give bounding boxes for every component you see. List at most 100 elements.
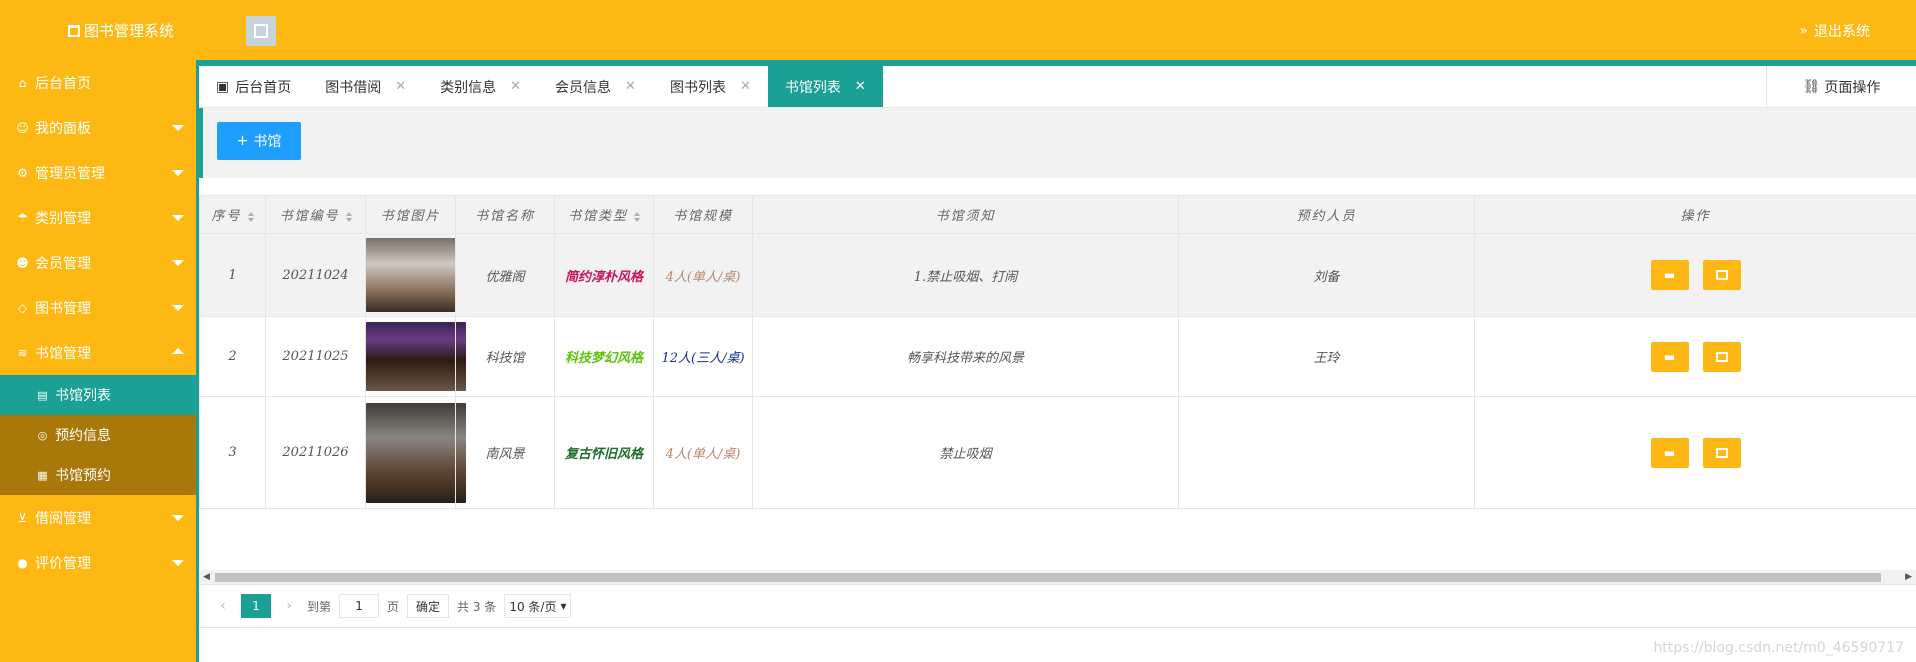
sidebar-item-home[interactable]: ⌂ 后台首页: [0, 60, 196, 105]
sidebar-item-label: 我的面板: [35, 120, 91, 137]
goto-label: 到第: [307, 599, 332, 614]
page-label: 页: [387, 599, 400, 614]
tab-category-info[interactable]: 类别信息 ✕: [423, 66, 538, 107]
sidebar-item-review[interactable]: ● 评价管理: [0, 540, 196, 585]
sort-icon[interactable]: [247, 211, 254, 222]
col-header-person: 预约人员: [1178, 195, 1475, 234]
delete-button[interactable]: ▬: [1650, 437, 1689, 468]
sort-icon[interactable]: [634, 211, 640, 222]
col-header-label: 书馆类型: [567, 209, 628, 224]
delete-button[interactable]: ▬: [1650, 341, 1689, 372]
chevron-down-icon: [172, 170, 184, 176]
confirm-button[interactable]: 确定: [407, 594, 450, 618]
scroll-left-icon[interactable]: ◀: [203, 572, 210, 582]
comment-icon: ●: [17, 555, 28, 570]
tab-member-info[interactable]: 会员信息 ✕: [538, 66, 653, 107]
close-icon[interactable]: ✕: [625, 79, 636, 94]
plus-icon: +: [236, 133, 249, 149]
table-header-row: 序号 书馆编号 书馆图片 书馆名称 书馆类型 书馆规模 书馆须知 预约人员 操作: [199, 195, 1916, 234]
library-photo[interactable]: [366, 322, 466, 391]
sort-icon[interactable]: [345, 211, 352, 222]
sidebar-subitem-label: 书馆列表: [55, 388, 111, 404]
cell-person: [1178, 396, 1475, 509]
tab-home[interactable]: ▣ 后台首页: [199, 66, 308, 107]
tab-book-list[interactable]: 图书列表 ✕: [653, 66, 768, 107]
sidebar-item-label: 评价管理: [35, 555, 91, 572]
prev-page-icon[interactable]: ‹: [213, 598, 233, 614]
double-chevron-right-icon: »: [1799, 23, 1808, 39]
monitor-icon: ▣: [216, 78, 230, 95]
sidebar-subitem-label: 预约信息: [55, 428, 111, 444]
cell-notice: 1.禁止吸烟、打闹: [752, 233, 1179, 317]
library-photo[interactable]: [366, 402, 466, 503]
col-header-label: 序号: [211, 209, 242, 224]
sidebar-subitem-library-reserve[interactable]: ▦ 书馆预约: [0, 455, 196, 495]
tab-book-borrow[interactable]: 图书借阅 ✕: [308, 66, 423, 107]
link-icon: ⛓: [1802, 78, 1821, 95]
layers-icon: ≋: [17, 345, 28, 360]
chevron-down-icon: [172, 260, 184, 266]
edit-button[interactable]: [1702, 260, 1741, 290]
sidebar-item-member[interactable]: ☻ 会员管理: [0, 240, 196, 285]
current-page[interactable]: 1: [241, 594, 271, 618]
library-photo[interactable]: [366, 238, 466, 312]
sidebar: ⌂ 后台首页 ☺ 我的面板 ⚙ 管理员管理 ☂ 类别管理 ☻ 会员管理 ◇ 图书…: [0, 60, 196, 662]
close-icon[interactable]: ✕: [740, 79, 751, 94]
app-logo: 图书管理系统: [68, 20, 174, 41]
tab-label: 后台首页: [235, 79, 292, 96]
cell-image: [365, 233, 466, 317]
cell-ops: ▬: [1474, 233, 1916, 317]
page-operations-button[interactable]: ⛓ 页面操作: [1766, 66, 1916, 107]
col-header-code[interactable]: 书馆编号: [265, 195, 366, 234]
cell-name: 优雅阁: [455, 233, 555, 317]
cell-name: 南风景: [455, 396, 555, 509]
sidebar-item-borrow[interactable]: ⊻ 借阅管理: [0, 495, 196, 540]
tab-label: 图书列表: [669, 79, 726, 96]
sidebar-subitem-reservation-info[interactable]: ◎ 预约信息: [0, 415, 196, 455]
per-page-select[interactable]: 10 条/页 ▾: [504, 594, 572, 618]
next-page-icon[interactable]: ›: [279, 598, 299, 614]
table-row: 3 20211026 南风景 复古怀旧风格 4人(单人/桌) 禁止吸烟 ▬: [199, 396, 1916, 509]
sidebar-toggle-button[interactable]: [246, 16, 276, 46]
col-header-no[interactable]: 序号: [199, 195, 266, 234]
edit-icon: [1715, 351, 1728, 362]
sidebar-item-label: 会员管理: [35, 255, 91, 272]
pagination: ‹ 1 › 到第 页 确定 共 3 条 10 条/页 ▾: [199, 584, 1916, 628]
chevron-down-icon: [172, 215, 184, 221]
sidebar-item-books[interactable]: ◇ 图书管理: [0, 285, 196, 330]
book-icon: [68, 24, 80, 37]
close-icon[interactable]: ✕: [395, 79, 406, 94]
sidebar-item-library[interactable]: ≋ 书馆管理: [0, 330, 196, 375]
tab-library-list[interactable]: 书馆列表 ✕: [767, 66, 883, 107]
logout-button[interactable]: » 退出系统: [1799, 21, 1870, 41]
cell-code: 20211024: [265, 233, 366, 317]
add-library-button[interactable]: + 书馆: [217, 122, 301, 160]
sidebar-item-label: 管理员管理: [35, 165, 105, 182]
add-library-label: 书馆: [253, 134, 282, 150]
sidebar-subitem-library-list[interactable]: ▤ 书馆列表: [0, 375, 196, 415]
col-header-label: 书馆名称: [474, 209, 535, 224]
scroll-right-icon[interactable]: ▶: [1905, 572, 1912, 582]
horizontal-scrollbar[interactable]: ◀ ▶: [199, 570, 1916, 584]
goto-page-input[interactable]: [339, 594, 380, 618]
cell-scale: 12人(三人/桌): [653, 316, 753, 397]
sidebar-item-my-panel[interactable]: ☺ 我的面板: [0, 105, 196, 150]
edit-button[interactable]: [1702, 437, 1741, 468]
library-icon: ▤: [37, 388, 48, 402]
tab-bar: ▣ 后台首页 图书借阅 ✕ 类别信息 ✕ 会员信息 ✕ 图书列表 ✕ 书馆列表 …: [199, 60, 1916, 108]
sidebar-item-label: 类别管理: [35, 210, 91, 227]
edit-button[interactable]: [1702, 341, 1741, 372]
chat-icon: ◎: [37, 428, 48, 442]
delete-button[interactable]: ▬: [1650, 260, 1689, 290]
sidebar-item-label: 图书管理: [35, 300, 91, 317]
col-header-label: 预约人员: [1296, 209, 1357, 224]
col-header-type[interactable]: 书馆类型: [554, 195, 654, 234]
scrollbar-thumb[interactable]: [215, 573, 1881, 582]
sidebar-item-admin[interactable]: ⚙ 管理员管理: [0, 150, 196, 195]
page-ops-label: 页面操作: [1824, 79, 1881, 96]
col-header-scale: 书馆规模: [653, 195, 753, 234]
sidebar-item-category[interactable]: ☂ 类别管理: [0, 195, 196, 240]
cell-code: 20211026: [265, 396, 366, 509]
close-icon[interactable]: ✕: [855, 79, 866, 94]
close-icon[interactable]: ✕: [510, 79, 521, 94]
